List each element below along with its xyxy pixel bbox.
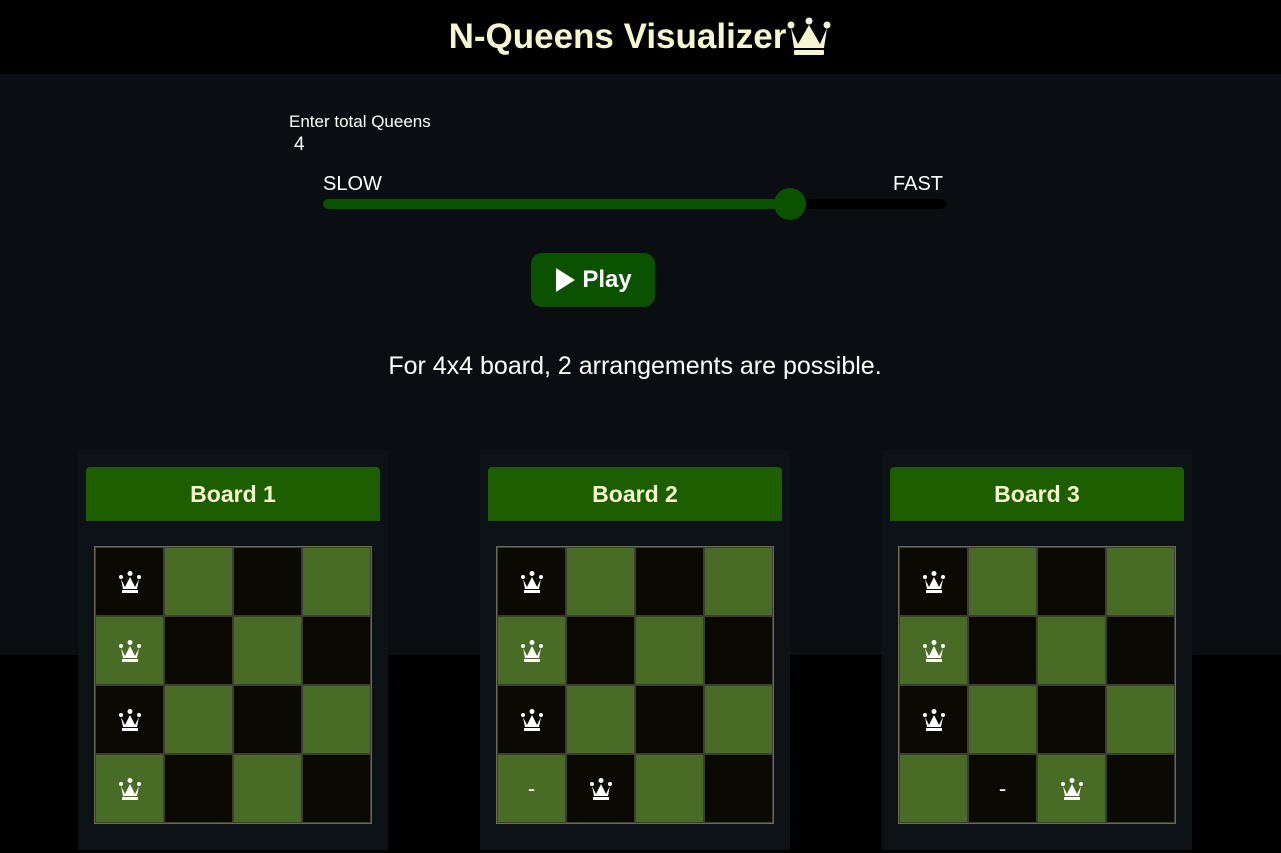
board-cell (1106, 754, 1175, 823)
board-cell (233, 547, 302, 616)
play-button-label: Play (582, 266, 632, 293)
board-cell (302, 547, 371, 616)
board-cell (302, 616, 371, 685)
queen-icon (1060, 777, 1084, 801)
board-cell (566, 754, 635, 823)
board-cell (968, 547, 1037, 616)
speed-fast-label: FAST (893, 173, 944, 195)
board-cell (302, 685, 371, 754)
board-cell (899, 616, 968, 685)
cell-mark: - (998, 775, 1007, 801)
board-cell (95, 616, 164, 685)
board-cell (164, 754, 233, 823)
board-cell: - (497, 754, 566, 823)
speed-slider[interactable] (323, 188, 946, 220)
app-header: N-Queens Visualizer (0, 0, 1281, 74)
board-cell (95, 547, 164, 616)
queen-icon (922, 570, 946, 594)
board-cell (1037, 616, 1106, 685)
board-cell: - (968, 754, 1037, 823)
board-title: Board 1 (86, 467, 380, 521)
queen-icon (520, 708, 544, 732)
queens-count-label: Enter total Queens (289, 112, 431, 131)
board-cell (1037, 685, 1106, 754)
queen-icon (118, 570, 142, 594)
board-cell (95, 754, 164, 823)
chess-board: - (898, 546, 1176, 824)
board-cell (704, 547, 773, 616)
board-cell (899, 754, 968, 823)
board-card: Board 1 (78, 450, 388, 850)
board-cell (164, 616, 233, 685)
board-title: Board 2 (488, 467, 782, 521)
board-cell (497, 616, 566, 685)
board-card: Board 3 - (882, 450, 1192, 850)
speed-slider-thumb[interactable] (774, 188, 807, 220)
board-cell (233, 685, 302, 754)
board-cell (497, 547, 566, 616)
crown-icon (786, 17, 832, 57)
board-cell (635, 547, 704, 616)
queen-icon (520, 639, 544, 663)
cell-mark: - (527, 775, 536, 801)
chess-board: - (496, 546, 774, 824)
board-cell (899, 685, 968, 754)
queen-icon (520, 570, 544, 594)
board-cell (233, 616, 302, 685)
result-text: For 4x4 board, 2 arrangements are possib… (388, 352, 882, 380)
board-cell (566, 616, 635, 685)
chess-board (94, 546, 372, 824)
play-icon (554, 267, 576, 293)
board-cell (704, 754, 773, 823)
board-cell (233, 754, 302, 823)
board-cell (635, 685, 704, 754)
board-cell (704, 685, 773, 754)
queen-icon (118, 639, 142, 663)
board-cell (635, 616, 704, 685)
board-cell (1106, 685, 1175, 754)
board-cell (1037, 754, 1106, 823)
board-cell (899, 547, 968, 616)
board-cell (1037, 547, 1106, 616)
queen-icon (118, 708, 142, 732)
board-cell (164, 685, 233, 754)
queen-icon (922, 708, 946, 732)
queen-icon (922, 639, 946, 663)
board-cell (635, 754, 704, 823)
board-cell (968, 685, 1037, 754)
speed-slow-label: SLOW (323, 173, 382, 195)
queens-count-input[interactable] (289, 133, 414, 157)
speed-slider-fill (323, 199, 791, 209)
board-cell (704, 616, 773, 685)
board-cell (95, 685, 164, 754)
page-title: N-Queens Visualizer (449, 17, 833, 57)
board-cell (1106, 616, 1175, 685)
queen-icon (118, 777, 142, 801)
board-cell (164, 547, 233, 616)
queen-icon (589, 777, 613, 801)
board-title: Board 3 (890, 467, 1184, 521)
board-cell (566, 685, 635, 754)
board-cell (497, 685, 566, 754)
board-cell (302, 754, 371, 823)
board-cell (566, 547, 635, 616)
board-cell (1106, 547, 1175, 616)
play-button[interactable]: Play (531, 253, 655, 307)
board-cell (968, 616, 1037, 685)
page-title-text: N-Queens Visualizer (448, 17, 787, 56)
board-card: Board 2 - (480, 450, 790, 850)
